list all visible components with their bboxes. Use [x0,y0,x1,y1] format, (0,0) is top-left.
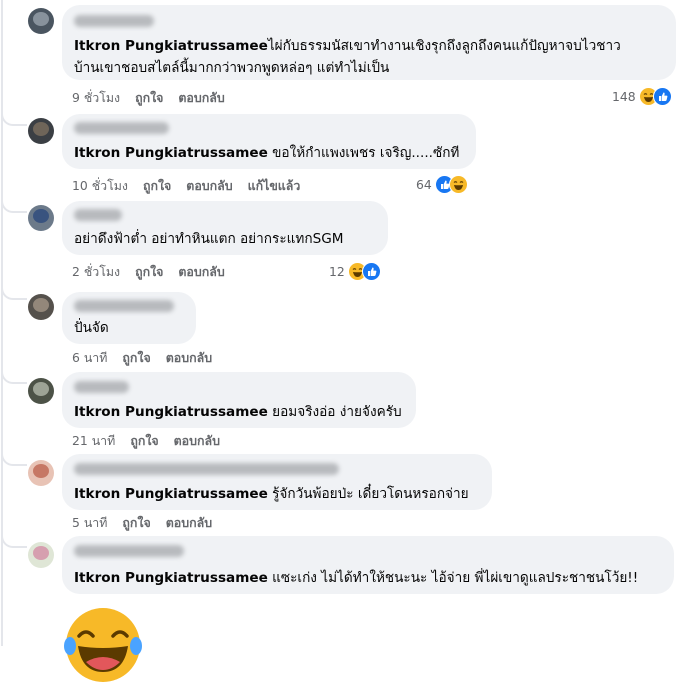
comment-bubble: Itkron Pungkiatrussamee รู้จักวันพ้อยป่ะ… [62,454,492,510]
mention-tag[interactable]: Itkron Pungkiatrussamee [74,38,268,54]
reaction-summary[interactable]: 12 [329,261,381,281]
comment-text: Itkron Pungkiatrussamee แซะเก่ง ไม่ได้ทำ… [74,567,638,589]
blurred-author-name [74,545,184,557]
thread-branch [1,110,27,126]
thread-branch [1,197,27,213]
comment-text: ปั่นจัด [74,320,109,336]
avatar[interactable] [28,542,54,568]
comment-bubble: Itkron Pungkiatrussamee แซะเก่ง ไม่ได้ทำ… [62,536,674,594]
thread-branch [1,532,27,548]
comment-actions: 9 ชั่วโมง ถูกใจ ตอบกลับ [72,89,240,108]
mention-tag[interactable]: Itkron Pungkiatrussamee [74,404,268,420]
comment-text-line: ไผ่กับธรรมนัสเขาทำงานเชิงรุกถึงลูกถึงคนแ… [267,38,621,54]
thread-branch [1,368,27,384]
thread-line [1,0,3,646]
blurred-author-name [74,463,339,475]
timestamp[interactable]: 9 ชั่วโมง [72,89,120,108]
reply-button[interactable]: ตอบกลับ [174,432,220,451]
comment-text-line: แซะเก่ง ไม่ได้ทำให้ชนะนะ ไอ้จ่าย พี่ไผ่เ… [267,570,639,586]
reaction-count: 12 [329,263,345,279]
like-button[interactable]: ถูกใจ [135,263,163,282]
like-button[interactable]: ถูกใจ [122,349,150,368]
blurred-author-name [74,15,154,27]
comment-actions: 2 ชั่วโมง ถูกใจ ตอบกลับ [72,263,240,282]
comment-actions: 5 นาที ถูกใจ ตอบกลับ [72,514,227,533]
comment-bubble: Itkron Pungkiatrussamee ยอมจริงอ่อ ง่ายจ… [62,372,416,428]
comment-text: อย่าดึงฟ้าต่ำ อย่าทำหินแตก อย่ากระแทกSGM [74,231,344,247]
thread-branch [1,450,27,466]
comment-bubble: Itkron Pungkiatrussamee ขอให้กำแพงเพชร เ… [62,114,476,169]
timestamp[interactable]: 10 ชั่วโมง [72,177,128,196]
comment-actions: 21 นาที ถูกใจ ตอบกลับ [72,432,235,451]
like-button[interactable]: ถูกใจ [135,89,163,108]
reaction-count: 64 [416,176,432,192]
blurred-author-name [74,209,122,221]
reply-button[interactable]: ตอบกลับ [178,89,224,108]
reply-button[interactable]: ตอบกลับ [178,263,224,282]
timestamp[interactable]: 2 ชั่วโมง [72,263,120,282]
mention-tag[interactable]: Itkron Pungkiatrussamee [74,486,268,502]
reaction-summary[interactable]: 148 [612,86,672,106]
like-reaction-icon [361,261,381,281]
avatar[interactable] [28,8,54,34]
avatar[interactable] [28,205,54,231]
comment-bubble: ปั่นจัด [62,292,196,344]
blurred-author-name [74,381,129,393]
haha-sticker [64,608,142,682]
timestamp[interactable]: 6 นาที [72,349,107,368]
like-reaction-icon [652,86,672,106]
mention-tag[interactable]: Itkron Pungkiatrussamee [74,570,268,586]
avatar[interactable] [28,460,54,486]
blurred-author-name [74,300,174,312]
edited-label[interactable]: แก้ไขแล้ว [248,177,301,196]
comment-text-line-2: บ้านเขาชอบสไตล์นี้มากกว่าพวกพูดหล่อๆ แต่… [74,60,390,76]
comment-text: Itkron Pungkiatrussamee ยอมจริงอ่อ ง่ายจ… [74,401,402,423]
avatar[interactable] [28,294,54,320]
like-button[interactable]: ถูกใจ [143,177,171,196]
comment-text-line: รู้จักวันพ้อยป่ะ เดี๋ยวโดนหรอกจ่าย [267,486,469,502]
comment-text: Itkron Pungkiatrussamee ขอให้กำแพงเพชร เ… [74,142,459,164]
avatar[interactable] [28,118,54,144]
thread-branch [1,284,27,300]
timestamp[interactable]: 5 นาที [72,514,107,533]
reaction-count: 148 [612,88,636,104]
comment-actions: 10 ชั่วโมง ถูกใจ ตอบกลับ แก้ไขแล้ว [72,177,315,196]
timestamp[interactable]: 21 นาที [72,432,115,451]
comment-bubble: Itkron Pungkiatrussameeไผ่กับธรรมนัสเขาท… [62,5,676,80]
reply-button[interactable]: ตอบกลับ [166,349,212,368]
comment-text-line: ยอมจริงอ่อ ง่ายจังครับ [267,404,402,420]
like-button[interactable]: ถูกใจ [122,514,150,533]
comment-bubble: อย่าดึงฟ้าต่ำ อย่าทำหินแตก อย่ากระแทกSGM [62,201,388,255]
reaction-summary[interactable]: 64 [416,174,468,194]
comment-actions: 6 นาที ถูกใจ ตอบกลับ [72,349,227,368]
reply-button[interactable]: ตอบกลับ [166,514,212,533]
comment-text-line: ขอให้กำแพงเพชร เจริญ.....ซักที [267,145,460,161]
like-button[interactable]: ถูกใจ [130,432,158,451]
haha-reaction-icon [448,174,468,194]
reply-button[interactable]: ตอบกลับ [186,177,232,196]
avatar[interactable] [28,378,54,404]
comment-text: Itkron Pungkiatrussameeไผ่กับธรรมนัสเขาท… [74,35,621,57]
comment-text: Itkron Pungkiatrussamee รู้จักวันพ้อยป่ะ… [74,483,469,505]
mention-tag[interactable]: Itkron Pungkiatrussamee [74,145,268,161]
blurred-author-name [74,122,169,134]
